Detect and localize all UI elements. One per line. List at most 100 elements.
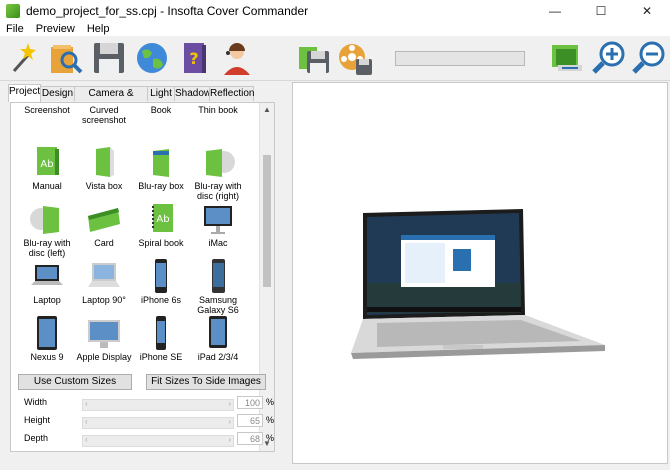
gallery-item-label: Apple Display [76, 352, 132, 362]
gallery-item[interactable]: Curved screenshot [74, 105, 134, 125]
use-custom-sizes-button[interactable]: Use Custom Sizes [18, 374, 132, 390]
zoom-fit-icon[interactable] [548, 39, 586, 77]
gallery-item-label: Blu-ray with disc (right) [194, 181, 242, 201]
title-bar: demo_project_for_ss.cpj - Insofta Cover … [0, 0, 670, 23]
gallery-item[interactable]: Vista box [74, 143, 134, 191]
gallery-item-label: Spiral book [138, 238, 184, 248]
laptop-preview-image [351, 209, 605, 359]
gallery-item-label: Curved screenshot [81, 105, 127, 125]
gallery-item[interactable]: Blu-ray with disc (left) [17, 200, 77, 258]
gallery-item[interactable]: iPad 2/3/4 [188, 314, 248, 362]
zoom-in-icon[interactable] [590, 39, 628, 77]
gallery-item[interactable]: Book [131, 105, 191, 115]
gallery-item[interactable]: Apple Display [74, 314, 134, 362]
height-row: Height ‹ › 65 % [22, 414, 275, 429]
tab-camera-position[interactable]: Camera & Position [74, 86, 148, 113]
open-folder-icon[interactable] [47, 39, 85, 77]
gallery-item-label: Book [150, 105, 172, 115]
menu-preview[interactable]: Preview [30, 22, 81, 36]
gallery-item-label: Nexus 9 [30, 352, 64, 362]
scrollbar-thumb[interactable] [263, 155, 271, 287]
menu-help[interactable]: Help [81, 22, 116, 36]
gallery-item[interactable]: Nexus 9 [17, 314, 77, 362]
gallery-item-label: Manual [32, 181, 62, 191]
menu-file[interactable]: File [0, 22, 30, 36]
save-video-icon[interactable] [336, 39, 374, 77]
tab-project[interactable]: Project [8, 84, 41, 102]
width-label: Width [24, 397, 48, 407]
gallery-item-label: Laptop 90° [82, 295, 126, 305]
svg-text:Ab: Ab [40, 159, 53, 170]
toolbar: ? [0, 36, 670, 81]
laptop-90-icon [84, 257, 124, 295]
blu-ray-box-icon [141, 143, 181, 181]
gallery-item-label: Vista box [85, 181, 123, 191]
gallery-item-label: iMac [208, 238, 228, 248]
gallery-item[interactable]: iPhone SE [131, 314, 191, 362]
gallery-item-label: iPhone SE [139, 352, 183, 362]
gallery-item-label: Card [94, 238, 114, 248]
height-slider[interactable]: ‹ › [82, 417, 234, 429]
depth-slider[interactable]: ‹ › [82, 435, 234, 447]
gallery-item-label: Thin book [198, 105, 238, 115]
gallery-item-label: Samsung Galaxy S6 [197, 295, 239, 315]
height-label: Height [24, 415, 51, 425]
depth-unit: % [266, 433, 275, 443]
iphone-se-icon [141, 314, 181, 352]
ipad-icon [198, 314, 238, 352]
save-image-icon[interactable] [295, 39, 333, 77]
gallery-item[interactable]: Blu-ray with disc (right) [188, 143, 248, 201]
gallery-item[interactable]: Screenshot [17, 105, 77, 115]
gallery-item[interactable]: Blu-ray box [131, 143, 191, 191]
progress-field [395, 51, 525, 66]
gallery-item-label: Screenshot [24, 105, 70, 115]
support-agent-icon[interactable] [218, 39, 256, 77]
blu-ray-disc-right-icon [198, 143, 238, 181]
tab-light[interactable]: Light [147, 86, 175, 101]
left-panel: Project Design Camera & Position Light S… [0, 82, 287, 470]
width-unit: % [266, 397, 275, 407]
depth-input[interactable]: 68 [237, 432, 263, 445]
width-row: Width ‹ › 100 % [22, 396, 275, 411]
gallery-item[interactable]: iMac [188, 200, 248, 248]
window-title: demo_project_for_ss.cpj - Insofta Cover … [26, 4, 309, 18]
maximize-button[interactable]: ☐ [578, 0, 624, 22]
tab-shadow[interactable]: Shadow [174, 86, 211, 101]
apple-display-icon [84, 314, 124, 352]
laptop-icon [27, 257, 67, 295]
app-icon [6, 4, 20, 18]
gallery-item[interactable]: Ab Manual [17, 143, 77, 191]
magic-wand-icon[interactable] [4, 39, 42, 77]
gallery-item[interactable]: Samsung Galaxy S6 [188, 257, 248, 315]
zoom-out-icon[interactable] [630, 39, 668, 77]
gallery-item[interactable]: Laptop 90° [74, 257, 134, 305]
width-slider[interactable]: ‹ › [82, 399, 234, 411]
depth-label: Depth [24, 433, 49, 443]
gallery-item[interactable]: Ab Spiral book [131, 200, 191, 248]
blu-ray-disc-left-icon [27, 200, 67, 238]
spiral-book-icon: Ab [141, 200, 181, 238]
scroll-up-icon[interactable]: ▲ [260, 103, 274, 117]
gallery-item[interactable]: Laptop [17, 257, 77, 305]
minimize-button[interactable]: — [532, 0, 578, 22]
depth-row: Depth ‹ › 68 % [22, 432, 275, 447]
svg-text:?: ? [189, 49, 198, 68]
help-book-icon[interactable]: ? [176, 39, 214, 77]
globe-icon[interactable] [133, 39, 171, 77]
close-button[interactable]: ✕ [624, 0, 670, 22]
width-input[interactable]: 100 [237, 396, 263, 409]
gallery-item-label: iPhone 6s [140, 295, 182, 305]
tab-reflection[interactable]: Reflection [209, 86, 254, 101]
gallery-item[interactable]: Card [74, 200, 134, 248]
gallery-item-label: Blu-ray box [138, 181, 184, 191]
samsung-galaxy-s6-icon [198, 257, 238, 295]
vista-box-icon [84, 143, 124, 181]
height-input[interactable]: 65 [237, 414, 263, 427]
gallery-item[interactable]: iPhone 6s [131, 257, 191, 305]
gallery-item[interactable]: Thin book [188, 105, 248, 115]
fit-sizes-button[interactable]: Fit Sizes To Side Images [146, 374, 266, 390]
card-icon [84, 200, 124, 238]
tab-design[interactable]: Design [40, 86, 75, 101]
height-unit: % [266, 415, 275, 425]
save-icon[interactable] [90, 39, 128, 77]
